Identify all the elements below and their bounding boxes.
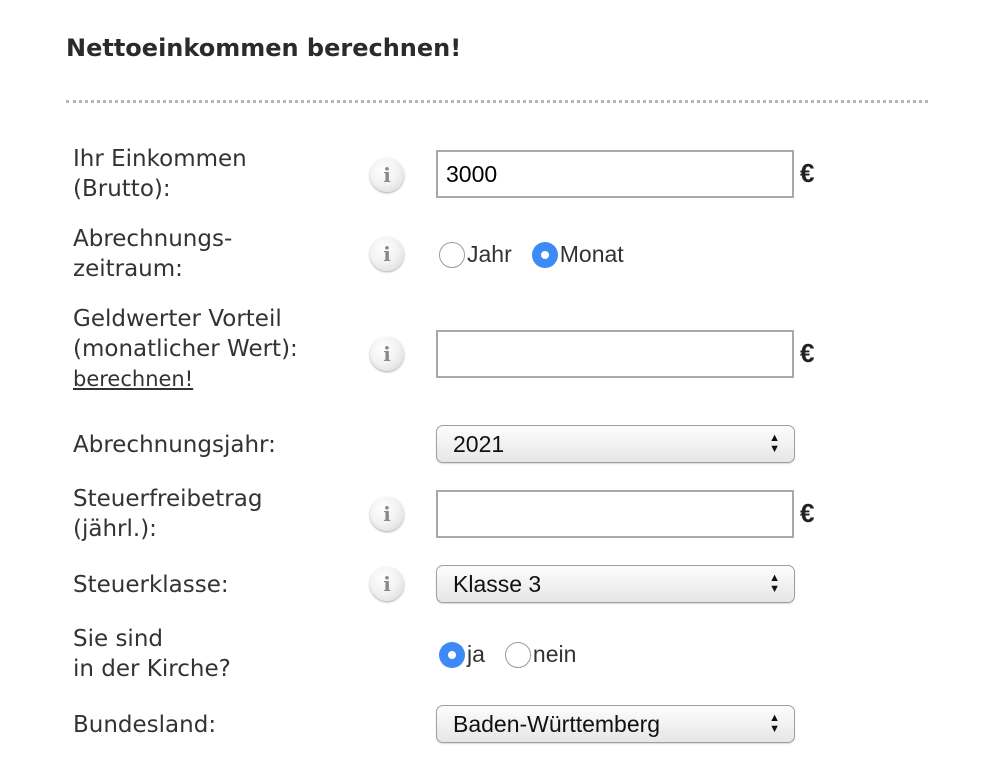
euro-unit: €: [800, 498, 815, 528]
church-label: Sie sind in der Kirche?: [73, 626, 231, 682]
state-select[interactable]: Baden-Württemberg ▲ ▼: [436, 705, 795, 743]
allowance-input[interactable]: [436, 490, 794, 538]
radio-ja[interactable]: [439, 641, 465, 668]
calculate-link[interactable]: berechnen!: [73, 367, 193, 391]
info-icon[interactable]: i: [370, 567, 404, 601]
period-label: Abrechnungs- zeitraum:: [73, 226, 233, 282]
info-icon[interactable]: i: [370, 337, 404, 371]
state-label: Bundesland:: [73, 712, 217, 738]
benefit-label: Geldwerter Vorteil (monatlicher Wert): b…: [73, 306, 298, 391]
radio-nein-label[interactable]: nein: [533, 641, 576, 668]
radio-ja-label[interactable]: ja: [467, 641, 485, 668]
page-title: Nettoeinkommen berechnen!: [66, 34, 462, 62]
info-icon[interactable]: i: [370, 237, 404, 271]
up-down-arrows-icon: ▲ ▼: [769, 432, 780, 455]
income-label: Ihr Einkommen (Brutto):: [73, 146, 247, 202]
euro-unit: €: [800, 158, 815, 188]
tax-class-label: Steuerklasse:: [73, 572, 229, 598]
tax-class-select[interactable]: Klasse 3 ▲ ▼: [436, 565, 795, 603]
period-radio-group: Jahr Monat: [439, 241, 644, 268]
euro-unit: €: [800, 338, 815, 368]
radio-monat[interactable]: [531, 241, 558, 268]
info-icon[interactable]: i: [370, 497, 404, 531]
radio-monat-label[interactable]: Monat: [560, 241, 624, 268]
radio-jahr[interactable]: [439, 241, 465, 268]
church-radio-group: ja nein: [439, 641, 596, 668]
income-input[interactable]: [436, 150, 794, 198]
up-down-arrows-icon: ▲ ▼: [769, 572, 780, 595]
benefit-input[interactable]: [436, 330, 794, 378]
up-down-arrows-icon: ▲ ▼: [769, 712, 780, 735]
year-label: Abrechnungsjahr:: [73, 432, 276, 458]
info-icon[interactable]: i: [370, 158, 404, 192]
radio-nein[interactable]: [504, 641, 531, 668]
radio-jahr-label[interactable]: Jahr: [467, 241, 512, 268]
allowance-label: Steuerfreibetrag (jährl.):: [73, 486, 263, 542]
year-select[interactable]: 2021 ▲ ▼: [436, 425, 795, 463]
divider: [66, 100, 928, 103]
